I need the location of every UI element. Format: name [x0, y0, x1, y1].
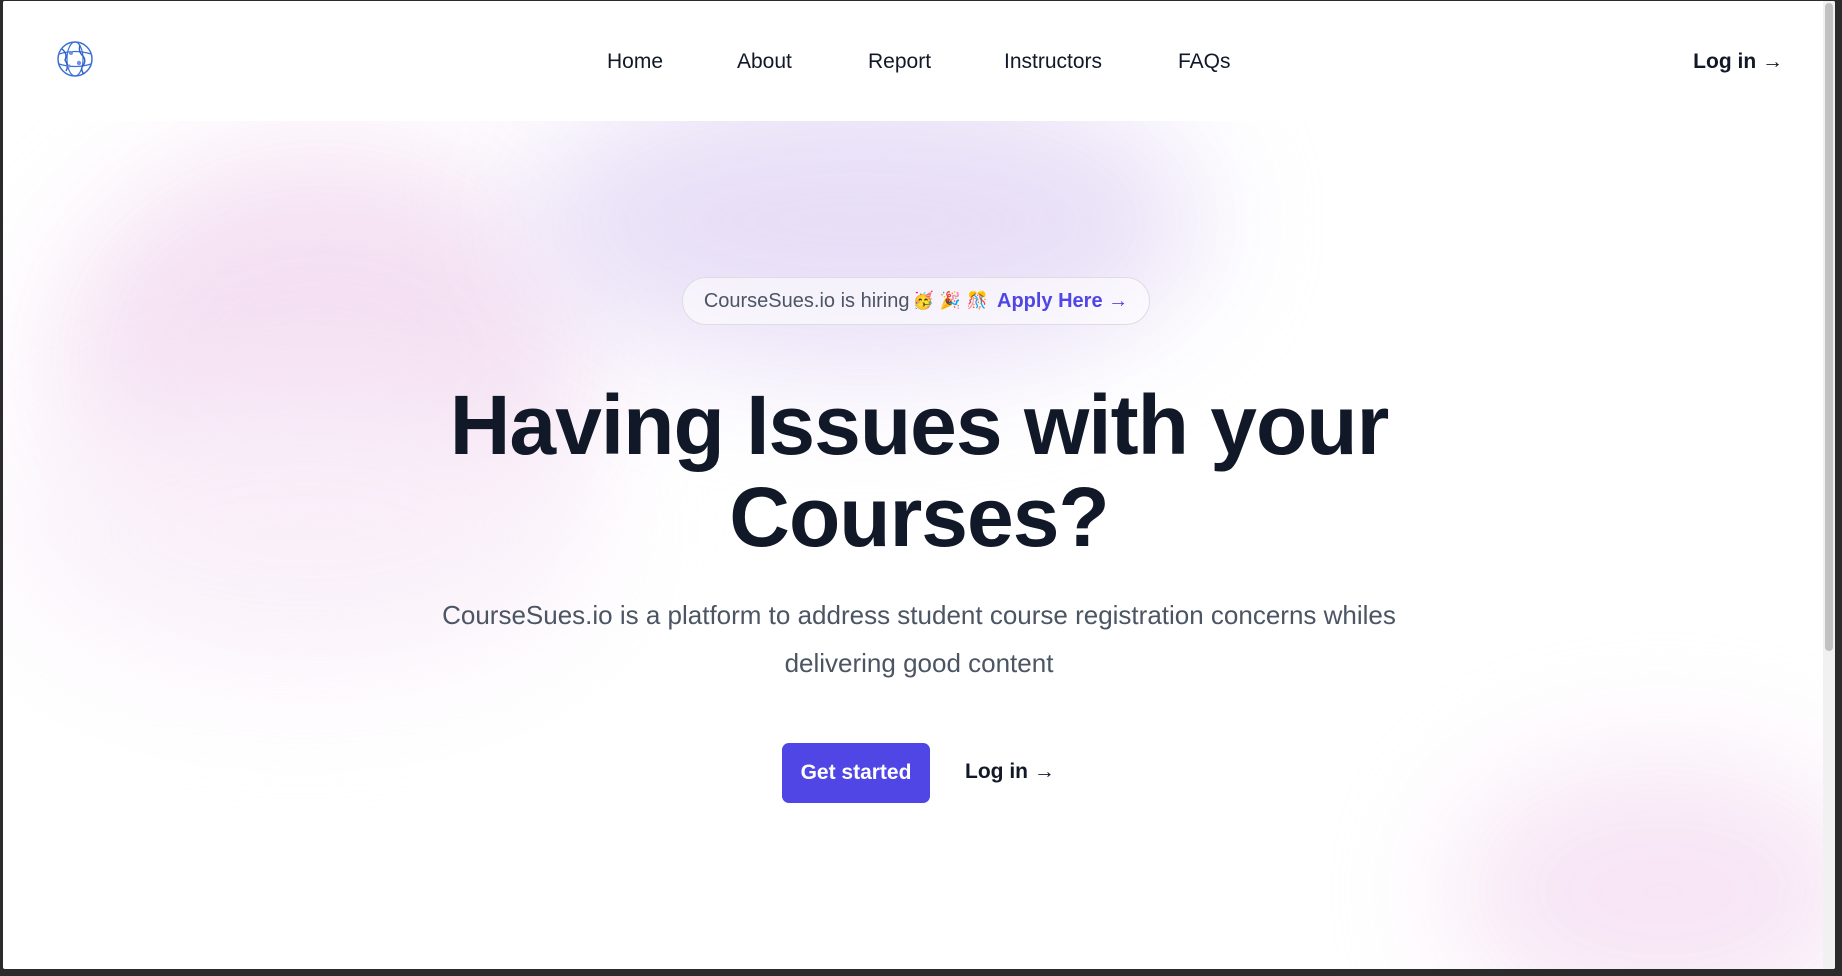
vertical-scrollbar[interactable]: [1823, 1, 1835, 969]
browser-viewport: Home About Report Instructors FAQs Log i…: [3, 1, 1835, 969]
hero-section: CourseSues.io is hiring 🥳 🎉 🎊 Apply Here…: [3, 121, 1835, 969]
get-started-button[interactable]: Get started: [782, 743, 930, 803]
nav-link-report[interactable]: Report: [868, 50, 931, 74]
hero-headline: Having Issues with your Courses?: [3, 379, 1835, 563]
site-header: Home About Report Instructors FAQs Log i…: [3, 1, 1835, 121]
hero-subtitle: CourseSues.io is a platform to address s…: [442, 600, 1396, 678]
partying-face-emoji: 🥳: [912, 291, 934, 310]
nav-link-instructors[interactable]: Instructors: [1004, 50, 1102, 74]
nav-link-faqs[interactable]: FAQs: [1178, 50, 1231, 74]
scrollbar-thumb[interactable]: [1825, 3, 1833, 651]
party-popper-emoji: 🎉: [939, 291, 961, 310]
hiring-badge-text: CourseSues.io is hiring: [703, 289, 910, 312]
nav-link-home[interactable]: Home: [607, 50, 663, 74]
header-login-link[interactable]: Log in →: [1693, 50, 1783, 74]
hero-login-link[interactable]: Log in →: [965, 760, 1055, 784]
confetti-ball-emoji: 🎊: [966, 291, 988, 310]
hero-headline-line-2: Courses?: [729, 470, 1109, 564]
hiring-badge: CourseSues.io is hiring 🥳 🎉 🎊 Apply Here…: [682, 277, 1150, 325]
apply-here-link[interactable]: Apply Here →: [997, 290, 1128, 313]
hero-headline-line-1: Having Issues with your: [449, 378, 1390, 472]
main-nav: Home About Report Instructors FAQs: [3, 50, 1835, 76]
nav-link-about[interactable]: About: [737, 50, 792, 74]
